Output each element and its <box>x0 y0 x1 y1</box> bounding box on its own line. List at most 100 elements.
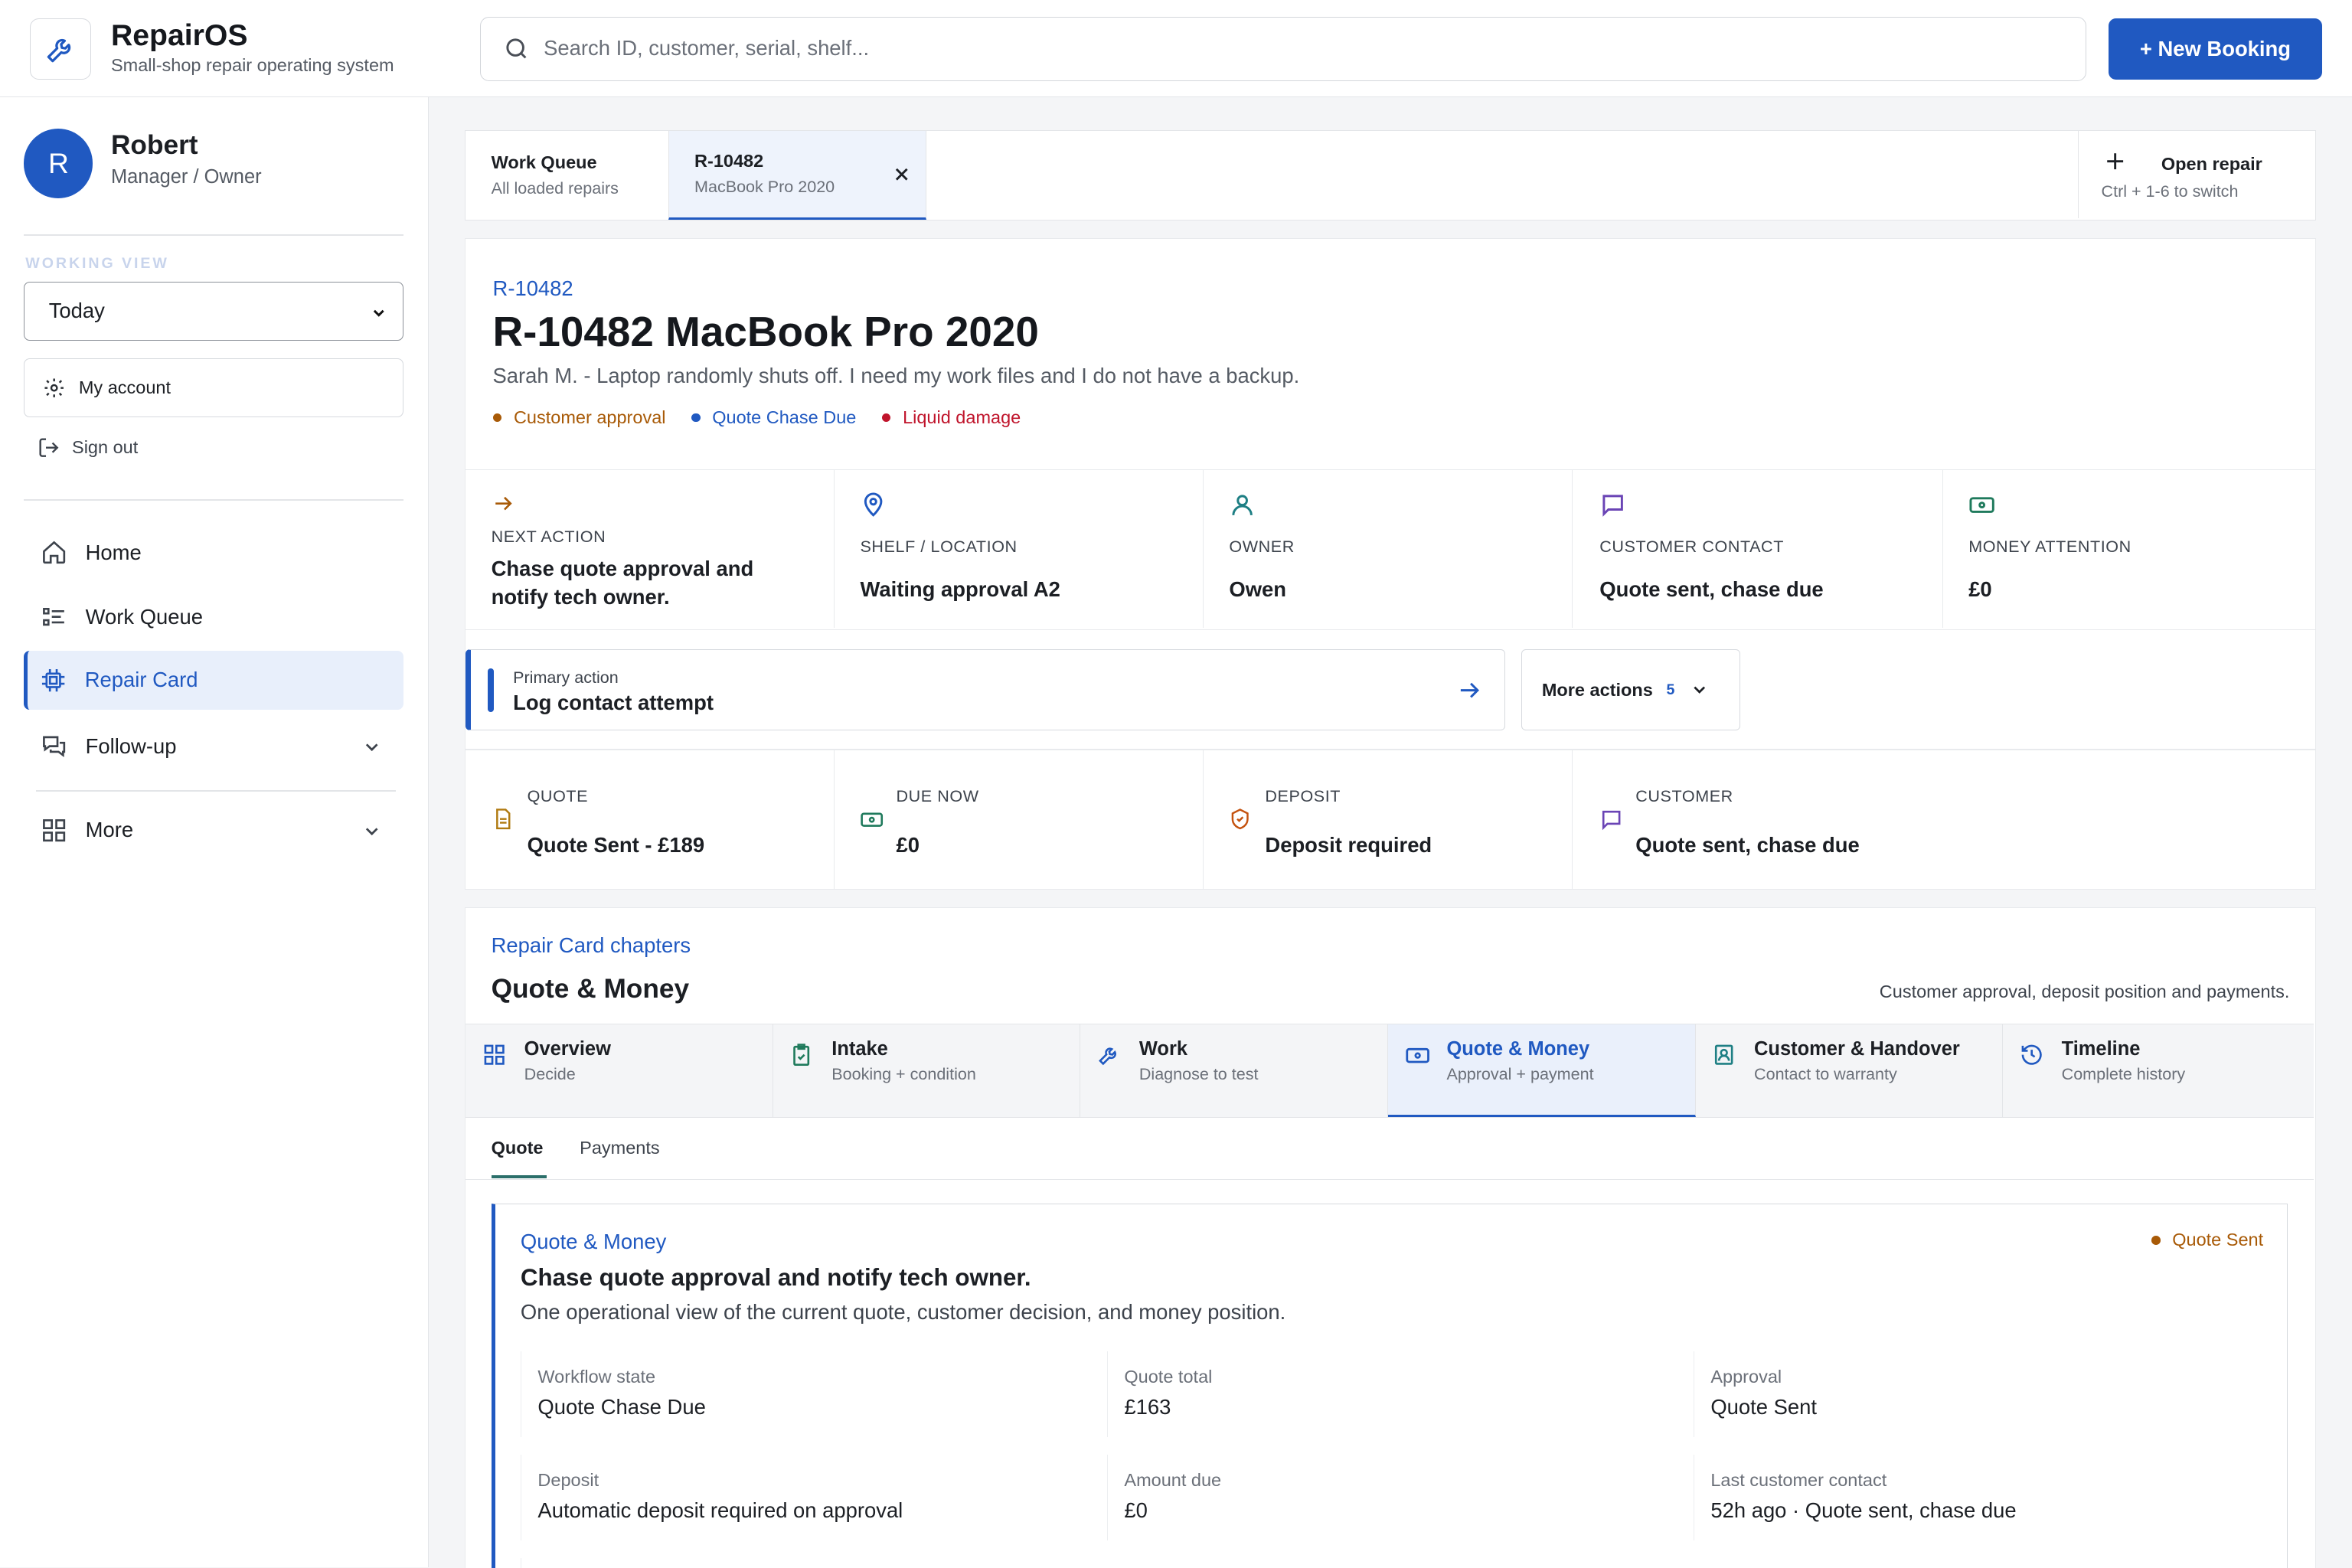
status-badge: Liquid damage <box>881 407 1021 428</box>
tab-timeline[interactable]: Timeline Complete history <box>2003 1024 2311 1117</box>
stat-label: OWNER <box>1229 537 1295 557</box>
wrench-logo-icon[interactable] <box>30 18 92 80</box>
tab-r-10482[interactable]: R-10482 MacBook Pro 2020 <box>668 131 926 220</box>
quote-panel: Quote & Money Chase quote approval and n… <box>491 1204 2288 1568</box>
tab-subtitle: Decide <box>524 1064 576 1083</box>
chat-icon <box>42 736 66 757</box>
money-customer: CUSTOMER Quote sent, chase due <box>1574 750 1943 888</box>
tab-customer-handover[interactable]: Customer & Handover Contact to warranty <box>1696 1024 2004 1118</box>
new-booking-button[interactable]: + New Booking <box>2109 18 2322 80</box>
sign-out-label: Sign out <box>72 437 139 458</box>
document-icon <box>495 808 511 830</box>
nav-home[interactable]: Home <box>24 524 403 582</box>
user-role: Manager / Owner <box>110 166 262 188</box>
quote-panel-description: One operational view of the current quot… <box>520 1300 1286 1325</box>
chapters-kicker: Repair Card chapters <box>491 933 691 958</box>
tab-quote-money[interactable]: Quote & Money Approval + payment <box>1388 1024 1696 1118</box>
stat-value: Owen <box>1229 577 1287 602</box>
field-deposit: Deposit Automatic deposit required on ap… <box>520 1455 1083 1540</box>
nav-repair-card[interactable]: Repair Card <box>24 651 403 710</box>
money-label: QUOTE <box>527 786 589 805</box>
search-input[interactable] <box>544 17 2044 79</box>
quote-panel-title: Chase quote approval and notify tech own… <box>520 1264 1031 1292</box>
logout-icon <box>39 438 59 457</box>
tab-overview[interactable]: Overview Decide <box>466 1024 773 1118</box>
stat-money-attention: MONEY ATTENTION £0 <box>1943 470 2312 628</box>
money-value: Quote sent, chase due <box>1635 833 1860 858</box>
primary-action-label: Primary action <box>513 668 619 687</box>
nav-more[interactable]: More <box>24 801 403 859</box>
subtab-quote[interactable]: Quote <box>492 1138 544 1158</box>
nav-follow-up[interactable]: Follow-up <box>24 717 403 775</box>
my-account-label: My account <box>78 377 172 397</box>
chip-icon <box>41 668 65 692</box>
primary-action-button[interactable]: Primary action Log contact attempt <box>466 649 1505 730</box>
arrow-right-icon <box>1461 683 1480 698</box>
money-value: Quote Sent - £189 <box>527 833 705 858</box>
field-label: Deposit <box>537 1469 599 1490</box>
nav-more-label: More <box>85 818 134 842</box>
active-subtab-indicator <box>491 1174 547 1178</box>
repair-header: R-10482 R-10482 MacBook Pro 2020 Sarah M… <box>465 238 2316 470</box>
sign-out-link[interactable]: Sign out <box>38 436 138 459</box>
tab-title: Quote & Money <box>1446 1037 1590 1060</box>
money-deposit: DEPOSIT Deposit required <box>1204 750 1573 889</box>
chevron-down-icon <box>1694 686 1705 694</box>
tab-title: Work Queue <box>491 152 597 172</box>
tab-intake[interactable]: Intake Booking + condition <box>773 1024 1081 1118</box>
stat-label: MONEY ATTENTION <box>1968 537 2132 557</box>
field-more <box>520 1558 1083 1568</box>
open-repair-hint: Ctrl + 1-6 to switch <box>2101 182 2239 201</box>
repair-description: Sarah M. - Laptop randomly shuts off. I … <box>492 364 1300 388</box>
nav-follow-up-label: Follow-up <box>85 733 177 758</box>
field-last-customer-contact: Last customer contact 52h ago · Quote se… <box>1693 1455 2256 1540</box>
search-box[interactable] <box>479 16 2086 81</box>
close-icon[interactable] <box>893 165 911 184</box>
stat-value: £0 <box>1968 577 1992 602</box>
field-value: £163 <box>1124 1394 1171 1419</box>
more-actions-button[interactable]: More actions 5 <box>1521 649 1741 730</box>
my-account-button[interactable]: My account <box>24 358 403 417</box>
tab-title: Overview <box>524 1037 611 1060</box>
working-view-select[interactable]: Today <box>24 282 403 341</box>
field-label: Quote total <box>1124 1366 1213 1387</box>
subtab-payments[interactable]: Payments <box>580 1138 660 1158</box>
tab-title: R-10482 <box>694 150 764 171</box>
message-icon <box>1602 810 1621 831</box>
tab-work[interactable]: Work Diagnose to test <box>1080 1024 1389 1118</box>
home-icon <box>42 541 66 564</box>
banknote-icon <box>1405 1047 1429 1063</box>
working-view-label: WORKING VIEW <box>25 255 169 273</box>
search-icon <box>506 38 527 59</box>
list-icon <box>42 608 64 626</box>
divider <box>24 234 403 236</box>
primary-action-value: Log contact attempt <box>513 691 714 715</box>
working-view-value: Today <box>48 299 105 323</box>
field-value: Quote Sent <box>1710 1394 1818 1419</box>
field-label: Approval <box>1710 1366 1782 1387</box>
avatar[interactable]: R <box>24 129 93 198</box>
field-label: Amount due <box>1124 1469 1222 1490</box>
page-title: R-10482 MacBook Pro 2020 <box>492 307 1039 355</box>
field-label: Workflow state <box>537 1366 656 1387</box>
chevron-down-icon <box>373 309 384 317</box>
tab-title: Customer & Handover <box>1754 1037 1960 1060</box>
clipboard-check-icon <box>793 1043 810 1066</box>
nav-work-queue-label: Work Queue <box>85 605 203 629</box>
contact-card-icon <box>1715 1044 1733 1065</box>
field-value: Quote Chase Due <box>537 1394 706 1419</box>
user-icon <box>1232 494 1253 515</box>
nav-work-queue[interactable]: Work Queue <box>24 588 403 646</box>
field-amount-due: Amount due £0 <box>1106 1455 1670 1540</box>
app-name: RepairOS <box>110 19 248 53</box>
top-bar: RepairOS Small-shop repair operating sys… <box>0 0 2352 98</box>
wrench-icon <box>1099 1047 1116 1065</box>
money-label: DUE NOW <box>896 786 979 805</box>
app-tagline: Small-shop repair operating system <box>110 55 394 76</box>
plus-icon <box>2106 153 2123 170</box>
repair-id[interactable]: R-10482 <box>493 276 573 301</box>
tab-work-queue[interactable]: Work Queue All loaded repairs <box>466 131 668 220</box>
open-repair-button[interactable]: Open repair Ctrl + 1-6 to switch <box>2078 131 2315 219</box>
field-quote-total: Quote total £163 <box>1106 1351 1670 1437</box>
banknote-icon <box>1969 496 1994 513</box>
